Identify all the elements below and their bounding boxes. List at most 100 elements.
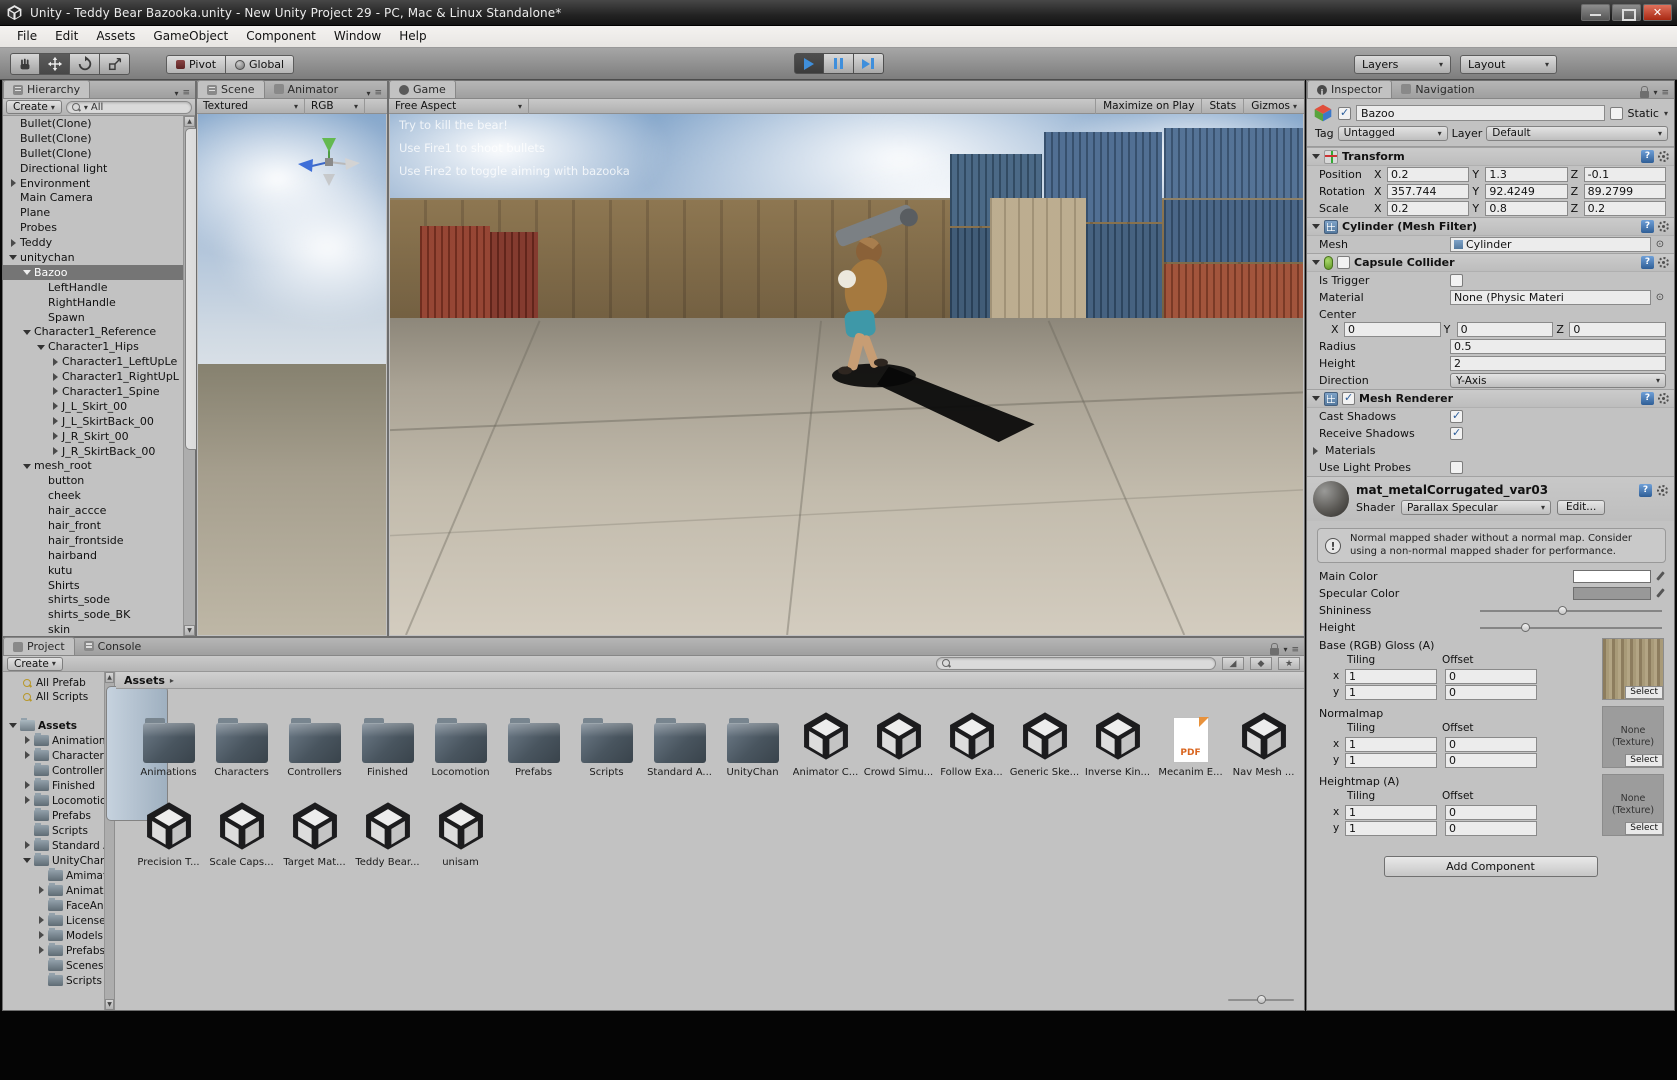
layers-dropdown[interactable]: Layers▾: [1354, 55, 1451, 74]
tree-item[interactable]: Standard Assets: [3, 838, 114, 853]
menu-item[interactable]: File: [8, 26, 46, 47]
asset-item[interactable]: Animator C...: [789, 701, 862, 791]
tree-item[interactable]: Assets: [3, 718, 114, 733]
cast-shadows-checkbox[interactable]: [1450, 410, 1463, 423]
pause-button[interactable]: [824, 53, 854, 74]
foldout-icon[interactable]: [7, 206, 20, 220]
foldout-icon[interactable]: [21, 265, 34, 279]
scroll-up-button[interactable]: ▲: [184, 116, 195, 127]
offset-y-field[interactable]: 0: [1445, 685, 1537, 700]
hierarchy-item[interactable]: Probes: [3, 220, 183, 235]
foldout-icon[interactable]: [7, 176, 20, 190]
hierarchy-item[interactable]: Character1_Reference: [3, 324, 183, 339]
use-light-probes-checkbox[interactable]: [1450, 461, 1463, 474]
center-x-field[interactable]: 0: [1344, 322, 1441, 337]
foldout-icon[interactable]: [21, 763, 34, 778]
menu-icon[interactable]: ≡: [1661, 88, 1669, 98]
foldout-icon[interactable]: [21, 325, 34, 339]
foldout-icon[interactable]: [21, 808, 34, 823]
scroll-up-button[interactable]: ▲: [105, 672, 114, 683]
tree-item[interactable]: Prefabs: [3, 943, 114, 958]
foldout-icon[interactable]: [35, 310, 48, 324]
foldout-icon[interactable]: [21, 778, 34, 793]
foldout-icon[interactable]: [35, 474, 48, 488]
play-button[interactable]: [794, 53, 824, 74]
hierarchy-item[interactable]: Bullet(Clone): [3, 116, 183, 131]
foldout-icon[interactable]: [21, 838, 34, 853]
foldout-icon[interactable]: [35, 958, 48, 973]
search-by-label-button[interactable]: ◆: [1250, 657, 1272, 670]
height-slider[interactable]: [1480, 621, 1666, 634]
z-field[interactable]: -0.1: [1584, 167, 1666, 182]
foldout-icon[interactable]: [7, 131, 20, 145]
lock-icon[interactable]: [1270, 648, 1279, 655]
draw-mode-dropdown[interactable]: Textured▾: [197, 99, 305, 114]
hierarchy-search-input[interactable]: ▾All: [66, 101, 192, 114]
asset-item[interactable]: Prefabs: [497, 701, 570, 791]
hierarchy-item[interactable]: hair_front: [3, 518, 183, 533]
x-field[interactable]: 357.744: [1387, 184, 1469, 199]
close-button[interactable]: [1643, 4, 1672, 21]
menu-item[interactable]: Component: [237, 26, 325, 47]
menu-item[interactable]: Edit: [46, 26, 87, 47]
gear-icon[interactable]: [1658, 257, 1669, 268]
favorite-item[interactable]: All Prefab: [3, 676, 114, 690]
layout-dropdown[interactable]: Layout▾: [1460, 55, 1557, 74]
foldout-icon[interactable]: [21, 823, 34, 838]
scroll-down-button[interactable]: ▼: [105, 999, 114, 1010]
help-icon[interactable]: ?: [1639, 484, 1652, 497]
tab-navigation[interactable]: Navigation: [1392, 80, 1483, 98]
hierarchy-item[interactable]: Environment: [3, 176, 183, 191]
thumbnail-size-slider[interactable]: [1228, 995, 1294, 1005]
global-toggle[interactable]: Global: [226, 55, 294, 74]
foldout-icon[interactable]: [1309, 444, 1322, 458]
scene-orientation-gizmo[interactable]: [296, 136, 362, 194]
hierarchy-item[interactable]: button: [3, 473, 183, 488]
gear-icon[interactable]: [1658, 221, 1669, 232]
asset-item[interactable]: Generic Ske...: [1008, 701, 1081, 791]
foldout-icon[interactable]: [49, 399, 62, 413]
asset-item[interactable]: Standard A...: [643, 701, 716, 791]
hierarchy-item[interactable]: Character1_Spine: [3, 384, 183, 399]
chevron-down-icon[interactable]: ▾: [1664, 109, 1668, 118]
project-tree-scrollbar[interactable]: ▲ ▼: [104, 672, 114, 1010]
foldout-icon[interactable]: [49, 429, 62, 443]
foldout-icon[interactable]: [21, 853, 34, 868]
create-button[interactable]: Create▾: [7, 657, 63, 671]
hierarchy-item[interactable]: mesh_root: [3, 458, 183, 473]
component-enabled-checkbox[interactable]: [1337, 256, 1350, 269]
x-field[interactable]: 0.2: [1387, 167, 1469, 182]
center-y-field[interactable]: 0: [1457, 322, 1554, 337]
texture-thumbnail[interactable]: None (Texture) Select: [1602, 706, 1664, 768]
scroll-down-button[interactable]: ▼: [184, 625, 195, 636]
tab-console[interactable]: Console: [75, 637, 151, 655]
tab-animator[interactable]: Animator: [265, 80, 348, 98]
foldout-icon[interactable]: [35, 943, 48, 958]
mesh-filter-header[interactable]: Cylinder (Mesh Filter) ?: [1307, 217, 1674, 236]
foldout-icon[interactable]: [35, 973, 48, 988]
foldout-icon[interactable]: [49, 444, 62, 458]
hierarchy-item[interactable]: Spawn: [3, 310, 183, 325]
foldout-icon[interactable]: [1312, 224, 1320, 229]
is-trigger-checkbox[interactable]: [1450, 274, 1463, 287]
search-by-type-button[interactable]: ◢: [1222, 657, 1244, 670]
z-field[interactable]: 89.2799: [1584, 184, 1666, 199]
foldout-icon[interactable]: [7, 146, 20, 160]
foldout-icon[interactable]: [35, 563, 48, 577]
asset-item[interactable]: Finished: [351, 701, 424, 791]
help-icon[interactable]: ?: [1641, 220, 1654, 233]
asset-item[interactable]: Locomotion: [424, 701, 497, 791]
favorites-button[interactable]: ★: [1278, 657, 1300, 670]
foldout-icon[interactable]: [7, 191, 20, 205]
asset-item[interactable]: UnityChan: [716, 701, 789, 791]
asset-item[interactable]: PDF Mecanim E...: [1154, 701, 1227, 791]
asset-item[interactable]: unisam: [424, 791, 497, 881]
texture-thumbnail[interactable]: Select: [1602, 638, 1664, 700]
tab-scene[interactable]: Scene: [197, 80, 265, 98]
scene-viewport[interactable]: [198, 114, 386, 635]
asset-item[interactable]: Teddy Bear...: [351, 791, 424, 881]
tiling-x-field[interactable]: 1: [1345, 669, 1437, 684]
foldout-icon[interactable]: [35, 533, 48, 547]
offset-x-field[interactable]: 0: [1445, 669, 1537, 684]
foldout-icon[interactable]: [7, 236, 20, 250]
